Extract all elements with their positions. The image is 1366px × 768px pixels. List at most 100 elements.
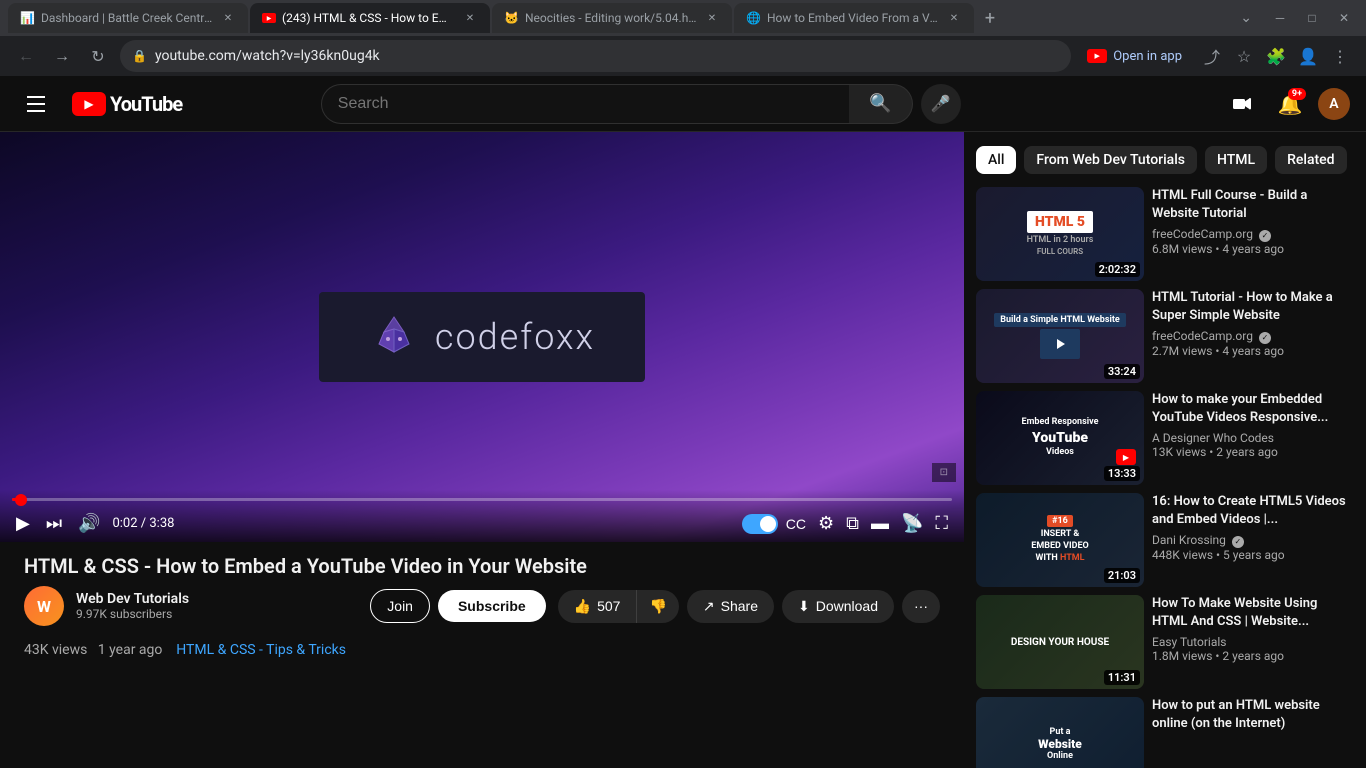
list-item[interactable]: Embed Responsive YouTube Videos ▶ 13:33 …: [976, 391, 1354, 485]
video-player-container: codefoxx ⊡ ▶ ⏭ 🔊: [0, 132, 964, 542]
search-container: 🔍 🎤: [321, 84, 961, 124]
join-button[interactable]: Join: [370, 589, 430, 623]
share-browser-button[interactable]: ⤴: [1198, 42, 1226, 70]
yt-app-icon: [1087, 49, 1107, 63]
youtube-logo-icon: [72, 92, 106, 116]
rec-thumbnail-0: HTML 5 HTML in 2 hours FULL COURS 2:02:3…: [976, 187, 1144, 281]
search-input[interactable]: [321, 84, 849, 124]
autoplay-toggle[interactable]: [742, 514, 778, 534]
youtube-header: YouTube 🔍 🎤 🔔 9+ A: [0, 76, 1366, 132]
settings-button[interactable]: ⚙: [814, 509, 838, 538]
voice-search-button[interactable]: 🎤: [921, 84, 961, 124]
rec-duration-2: 13:33: [1104, 466, 1140, 481]
upload-time-ago: 1 year ago: [98, 642, 163, 658]
tab-4-close[interactable]: ✕: [946, 10, 962, 26]
toggle-knob: [760, 516, 776, 532]
filter-all[interactable]: All: [976, 146, 1016, 174]
back-button[interactable]: ←: [12, 42, 40, 70]
menu-button[interactable]: ⋮: [1326, 42, 1354, 70]
tab-3[interactable]: 🐱 Neocities - Editing work/5.04.ht... ✕: [492, 3, 732, 33]
tab-bar: 📊 Dashboard | Battle Creek Centra... ✕ ▶…: [0, 0, 1366, 36]
video-watermark: ⊡: [932, 463, 956, 482]
minimize-button[interactable]: ─: [1266, 4, 1294, 32]
fullscreen-button[interactable]: ⛶: [931, 509, 952, 538]
volume-button[interactable]: 🔊: [74, 509, 104, 538]
omnibar: ← → ↻ 🔒 youtube.com/watch?v=ly36kn0ug4k …: [0, 36, 1366, 76]
rec-meta-4: 1.8M views • 2 years ago: [1152, 649, 1354, 663]
time-display: 0:02 / 3:38: [112, 516, 174, 531]
tab-2-close[interactable]: ✕: [462, 10, 478, 26]
rec-channel-3: Dani Krossing ✓: [1152, 533, 1354, 548]
video-stats: 43K views 1 year ago HTML & CSS - Tips &…: [0, 638, 964, 666]
controls-row: ▶ ⏭ 🔊 0:02 / 3:38: [12, 509, 952, 538]
list-item[interactable]: Put a Website Online How to put an HTML …: [976, 697, 1354, 768]
filter-from-web-dev[interactable]: From Web Dev Tutorials: [1024, 146, 1197, 174]
next-button[interactable]: ⏭: [42, 509, 66, 538]
rec-duration-0: 2:02:32: [1095, 262, 1140, 277]
tab-2-favicon: ▶: [262, 13, 276, 23]
reload-button[interactable]: ↻: [84, 42, 112, 70]
share-button[interactable]: ↗ Share: [687, 590, 774, 623]
tab-1-label: Dashboard | Battle Creek Centra...: [41, 11, 214, 25]
user-avatar[interactable]: A: [1318, 88, 1350, 120]
captions-button[interactable]: CC: [782, 512, 810, 536]
address-bar[interactable]: 🔒 youtube.com/watch?v=ly36kn0ug4k: [120, 40, 1071, 72]
play-button[interactable]: ▶: [12, 509, 34, 538]
forward-button[interactable]: →: [48, 42, 76, 70]
tab-2[interactable]: ▶ (243) HTML & CSS - How to Emb... ✕: [250, 3, 490, 33]
video-hashtag[interactable]: HTML & CSS - Tips & Tricks: [176, 642, 346, 658]
download-button[interactable]: ⬇ Download: [782, 590, 894, 623]
create-video-button[interactable]: [1222, 84, 1262, 124]
video-player[interactable]: codefoxx ⊡ ▶ ⏭ 🔊: [0, 132, 964, 542]
youtube-logo-text: YouTube: [110, 92, 182, 116]
search-button[interactable]: 🔍: [849, 84, 913, 124]
cast-button[interactable]: 📡: [897, 509, 927, 538]
dislike-button[interactable]: 👎: [636, 590, 678, 623]
close-button[interactable]: ✕: [1330, 4, 1358, 32]
tab-2-label: (243) HTML & CSS - How to Emb...: [282, 11, 456, 25]
filter-chips: All From Web Dev Tutorials HTML Related …: [976, 132, 1354, 187]
tab-1[interactable]: 📊 Dashboard | Battle Creek Centra... ✕: [8, 3, 248, 33]
progress-fill: [12, 498, 21, 501]
tab-1-close[interactable]: ✕: [220, 10, 236, 26]
window-controls: ─ □ ✕: [1266, 4, 1358, 32]
progress-bar[interactable]: [12, 498, 952, 501]
open-in-app-button[interactable]: Open in app: [1079, 45, 1190, 68]
list-item[interactable]: DESIGN YOUR HOUSE 11:31 How To Make Webs…: [976, 595, 1354, 689]
more-options-button[interactable]: ···: [902, 590, 940, 623]
rec-meta-3: 448K views • 5 years ago: [1152, 548, 1354, 562]
tab-3-close[interactable]: ✕: [704, 10, 720, 26]
list-item[interactable]: HTML 5 HTML in 2 hours FULL COURS 2:02:3…: [976, 187, 1354, 281]
codefoxx-brand-text: codefoxx: [435, 316, 595, 358]
view-count: 43K views: [24, 642, 87, 658]
tab-3-label: Neocities - Editing work/5.04.ht...: [525, 11, 698, 25]
tab-4[interactable]: 🌐 How to Embed Video From a Vi... ✕: [734, 3, 974, 33]
maximize-button[interactable]: □: [1298, 4, 1326, 32]
tab-expand-button[interactable]: ⌄: [1236, 6, 1256, 30]
profile-button[interactable]: 👤: [1294, 42, 1322, 70]
channel-name[interactable]: Web Dev Tutorials: [76, 591, 358, 607]
channel-avatar[interactable]: W: [24, 586, 64, 626]
list-item[interactable]: Build a Simple HTML Website 33:24 HTML T…: [976, 289, 1354, 383]
filter-related[interactable]: Related: [1275, 146, 1346, 174]
notification-badge: 9+: [1288, 88, 1306, 100]
like-button[interactable]: 👍 507: [558, 590, 637, 623]
tab-1-favicon: 📊: [20, 11, 35, 25]
main-content: codefoxx ⊡ ▶ ⏭ 🔊: [0, 132, 1366, 768]
filter-html[interactable]: HTML: [1205, 146, 1267, 174]
extensions-button[interactable]: 🧩: [1262, 42, 1290, 70]
theater-button[interactable]: ▬: [867, 509, 893, 538]
total-time: 3:38: [149, 516, 174, 531]
subscribe-button[interactable]: Subscribe: [438, 590, 546, 622]
hamburger-menu[interactable]: [16, 84, 56, 124]
video-section: codefoxx ⊡ ▶ ⏭ 🔊: [0, 132, 964, 768]
notifications-button[interactable]: 🔔 9+: [1270, 84, 1310, 124]
list-item[interactable]: #16 INSERT & EMBED VIDEO WITH HTML 21:03…: [976, 493, 1354, 587]
miniplayer-button[interactable]: ⧉: [842, 509, 863, 538]
hamburger-line: [27, 110, 45, 112]
youtube-logo[interactable]: YouTube: [72, 92, 182, 116]
rec-info-1: HTML Tutorial - How to Make a Super Simp…: [1152, 289, 1354, 383]
rec-duration-4: 11:31: [1104, 670, 1140, 685]
new-tab-button[interactable]: +: [976, 4, 1004, 32]
bookmark-button[interactable]: ☆: [1230, 42, 1258, 70]
